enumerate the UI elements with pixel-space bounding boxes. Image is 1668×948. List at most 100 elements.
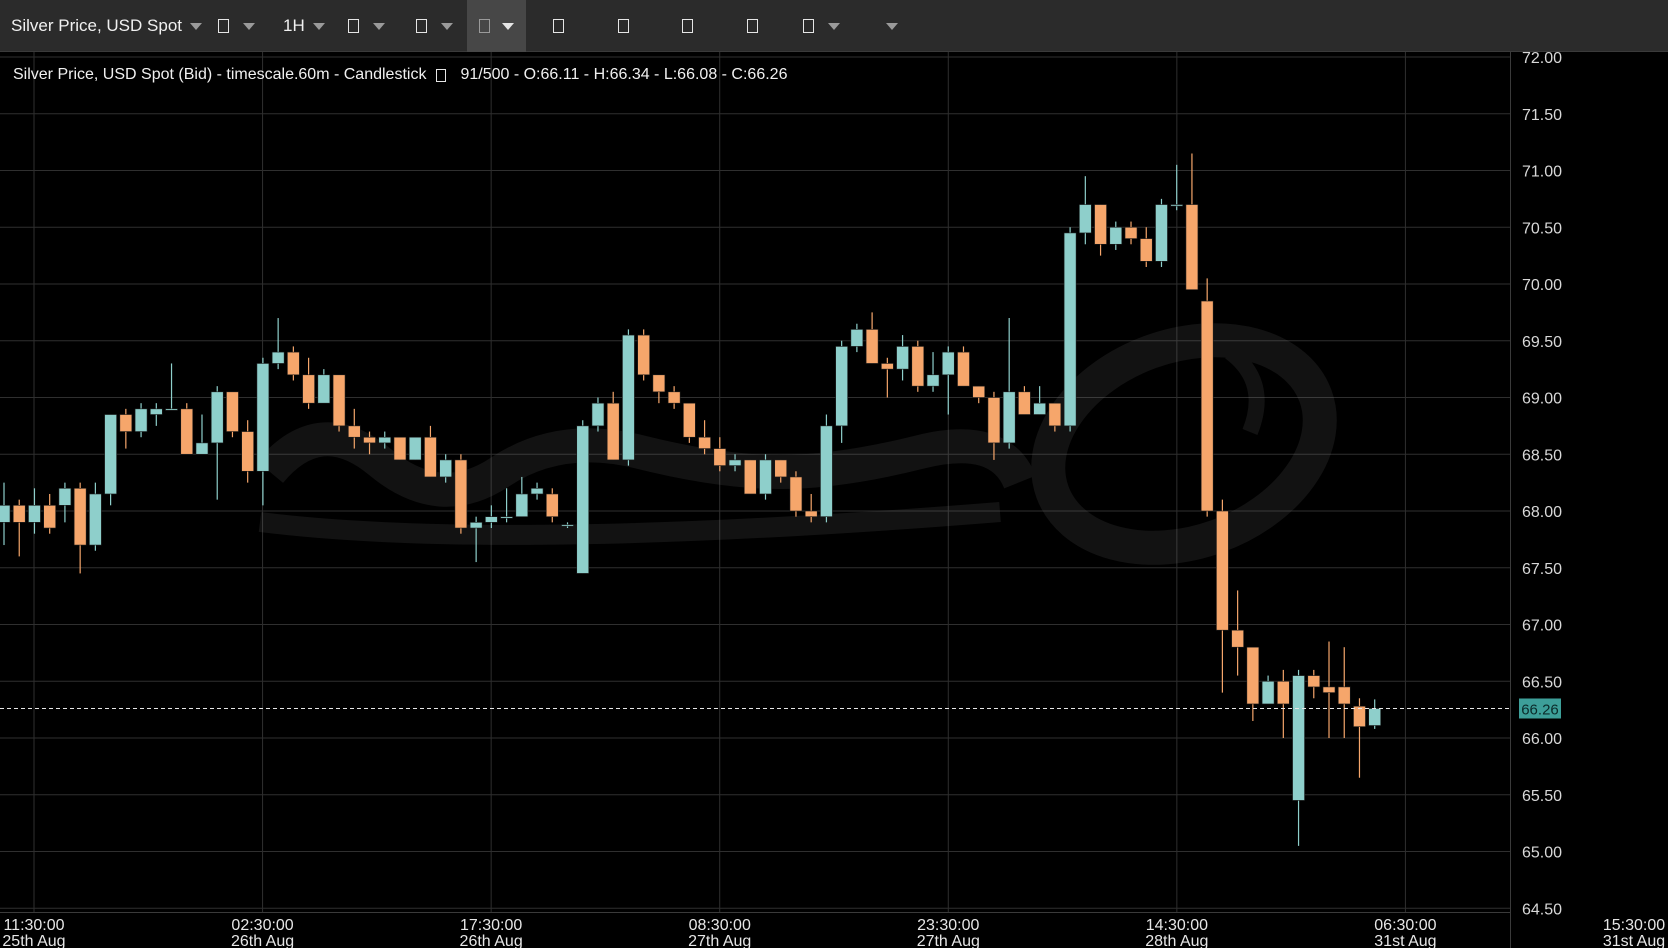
candle-body bbox=[896, 346, 909, 370]
candle-body bbox=[0, 505, 11, 523]
zoom-in-button[interactable] bbox=[553, 0, 564, 52]
x-tick-time-label: 11:30:00 bbox=[3, 917, 64, 934]
x-tick-time-label: 06:30:00 bbox=[1374, 917, 1436, 934]
x-tick-date-label: 27th Aug bbox=[688, 933, 751, 948]
candle-body bbox=[393, 436, 407, 461]
candle bbox=[1292, 669, 1305, 846]
candle bbox=[226, 391, 239, 438]
candle-body bbox=[606, 402, 620, 461]
candle-body bbox=[12, 505, 26, 523]
candle bbox=[1124, 221, 1138, 245]
x-axis: 11:30:0025th Aug02:30:0026th Aug17:30:00… bbox=[0, 912, 1665, 948]
reset-view-icon bbox=[682, 19, 693, 33]
candle-body bbox=[530, 487, 544, 495]
chevron-down-icon bbox=[190, 22, 202, 30]
zoom-out-icon bbox=[618, 19, 629, 33]
screenshot-button[interactable] bbox=[747, 0, 758, 52]
candle bbox=[1246, 646, 1260, 721]
y-tick-label: 66.50 bbox=[1522, 674, 1562, 691]
chevron-down-icon bbox=[312, 22, 325, 30]
candle bbox=[576, 420, 590, 574]
candle bbox=[1337, 647, 1351, 738]
candle bbox=[515, 476, 529, 517]
y-tick-label: 70.50 bbox=[1522, 220, 1562, 237]
candle bbox=[1109, 221, 1123, 250]
timeframe-label: 1H bbox=[283, 16, 305, 35]
info-icon[interactable] bbox=[436, 68, 447, 82]
candle-body bbox=[957, 351, 970, 387]
chart-info-bar: Silver Price, USD Spot (Bid) - timescale… bbox=[13, 66, 787, 84]
candle-body bbox=[1246, 646, 1260, 705]
settings-button[interactable] bbox=[803, 0, 840, 52]
crosshair-button[interactable] bbox=[467, 0, 526, 52]
more-button[interactable] bbox=[886, 0, 898, 52]
candle-body bbox=[683, 402, 696, 438]
candlestick-chart[interactable]: 66.26 72.00 71.50 71.00 70.50 70.00 69.50 69.0… bbox=[0, 52, 1668, 948]
candle-body bbox=[1048, 402, 1062, 427]
candle bbox=[271, 318, 285, 370]
timeframe-selector[interactable]: 1H bbox=[283, 0, 325, 52]
candle bbox=[180, 403, 194, 455]
ohlc-readout: O:66.11 - H:66.34 - L:66.08 - C:66.26 bbox=[523, 66, 788, 83]
candle-body bbox=[1353, 705, 1366, 727]
candle bbox=[241, 420, 254, 483]
candle-body bbox=[911, 346, 925, 387]
candle-body bbox=[515, 493, 529, 517]
candle-body bbox=[271, 351, 285, 364]
indicators-button[interactable] bbox=[348, 0, 385, 52]
candle bbox=[591, 397, 605, 432]
chevron-down-icon bbox=[441, 22, 453, 30]
candle bbox=[332, 374, 346, 432]
candle bbox=[256, 357, 270, 506]
settings-icon bbox=[803, 19, 814, 33]
chevron-down-icon bbox=[828, 22, 840, 30]
x-tick-time-label: 17:30:00 bbox=[460, 917, 522, 934]
candle-counter: 91/500 bbox=[460, 66, 510, 83]
chart-type-icon bbox=[218, 19, 229, 33]
reset-view-button[interactable] bbox=[682, 0, 693, 52]
symbol-selector[interactable]: Silver Price, USD Spot bbox=[11, 0, 202, 52]
candle bbox=[743, 459, 757, 495]
y-tick-label: 68.00 bbox=[1522, 504, 1562, 521]
y-tick-label: 66.00 bbox=[1522, 731, 1562, 748]
last-price-line: 66.26 bbox=[0, 698, 1561, 719]
drawing-tools-button[interactable] bbox=[416, 0, 453, 52]
candle-body bbox=[28, 505, 41, 523]
candle bbox=[454, 454, 468, 534]
candle-body bbox=[850, 329, 864, 347]
candle bbox=[1200, 278, 1214, 517]
candle bbox=[1063, 227, 1077, 432]
x-tick-date-label: 26th Aug bbox=[231, 933, 294, 948]
separator: - bbox=[509, 66, 524, 83]
candle-body bbox=[104, 414, 117, 495]
candle-body bbox=[652, 374, 666, 393]
candle-body bbox=[226, 391, 239, 432]
candle-body bbox=[865, 329, 879, 364]
candle bbox=[165, 363, 178, 411]
candle bbox=[0, 482, 11, 546]
candle-body bbox=[256, 363, 270, 472]
x-tick-date-label: 25th Aug bbox=[2, 933, 65, 948]
chart-title: Silver Price, USD Spot (Bid) - timescale… bbox=[13, 66, 427, 83]
candle bbox=[637, 329, 650, 381]
candle-body bbox=[469, 522, 483, 529]
candle bbox=[89, 482, 102, 551]
candle-body bbox=[1170, 204, 1184, 207]
zoom-out-button[interactable] bbox=[618, 0, 629, 52]
candle bbox=[926, 352, 940, 392]
candle bbox=[1185, 153, 1199, 290]
chart-type-button[interactable] bbox=[218, 0, 255, 52]
candle-body bbox=[1185, 204, 1199, 290]
candle-body bbox=[1200, 300, 1214, 512]
candle-body bbox=[713, 448, 727, 466]
x-tick-time-label: 15:30:00 bbox=[1603, 917, 1665, 934]
candle bbox=[652, 374, 666, 404]
candle bbox=[134, 403, 148, 438]
y-tick-label: 65.00 bbox=[1522, 845, 1562, 862]
candle-body bbox=[789, 476, 803, 512]
y-tick-label: 72.00 bbox=[1522, 52, 1562, 67]
candle bbox=[1018, 386, 1031, 415]
candle-body bbox=[1322, 686, 1336, 693]
chevron-down-icon bbox=[502, 22, 514, 30]
candle-body bbox=[1033, 402, 1046, 415]
